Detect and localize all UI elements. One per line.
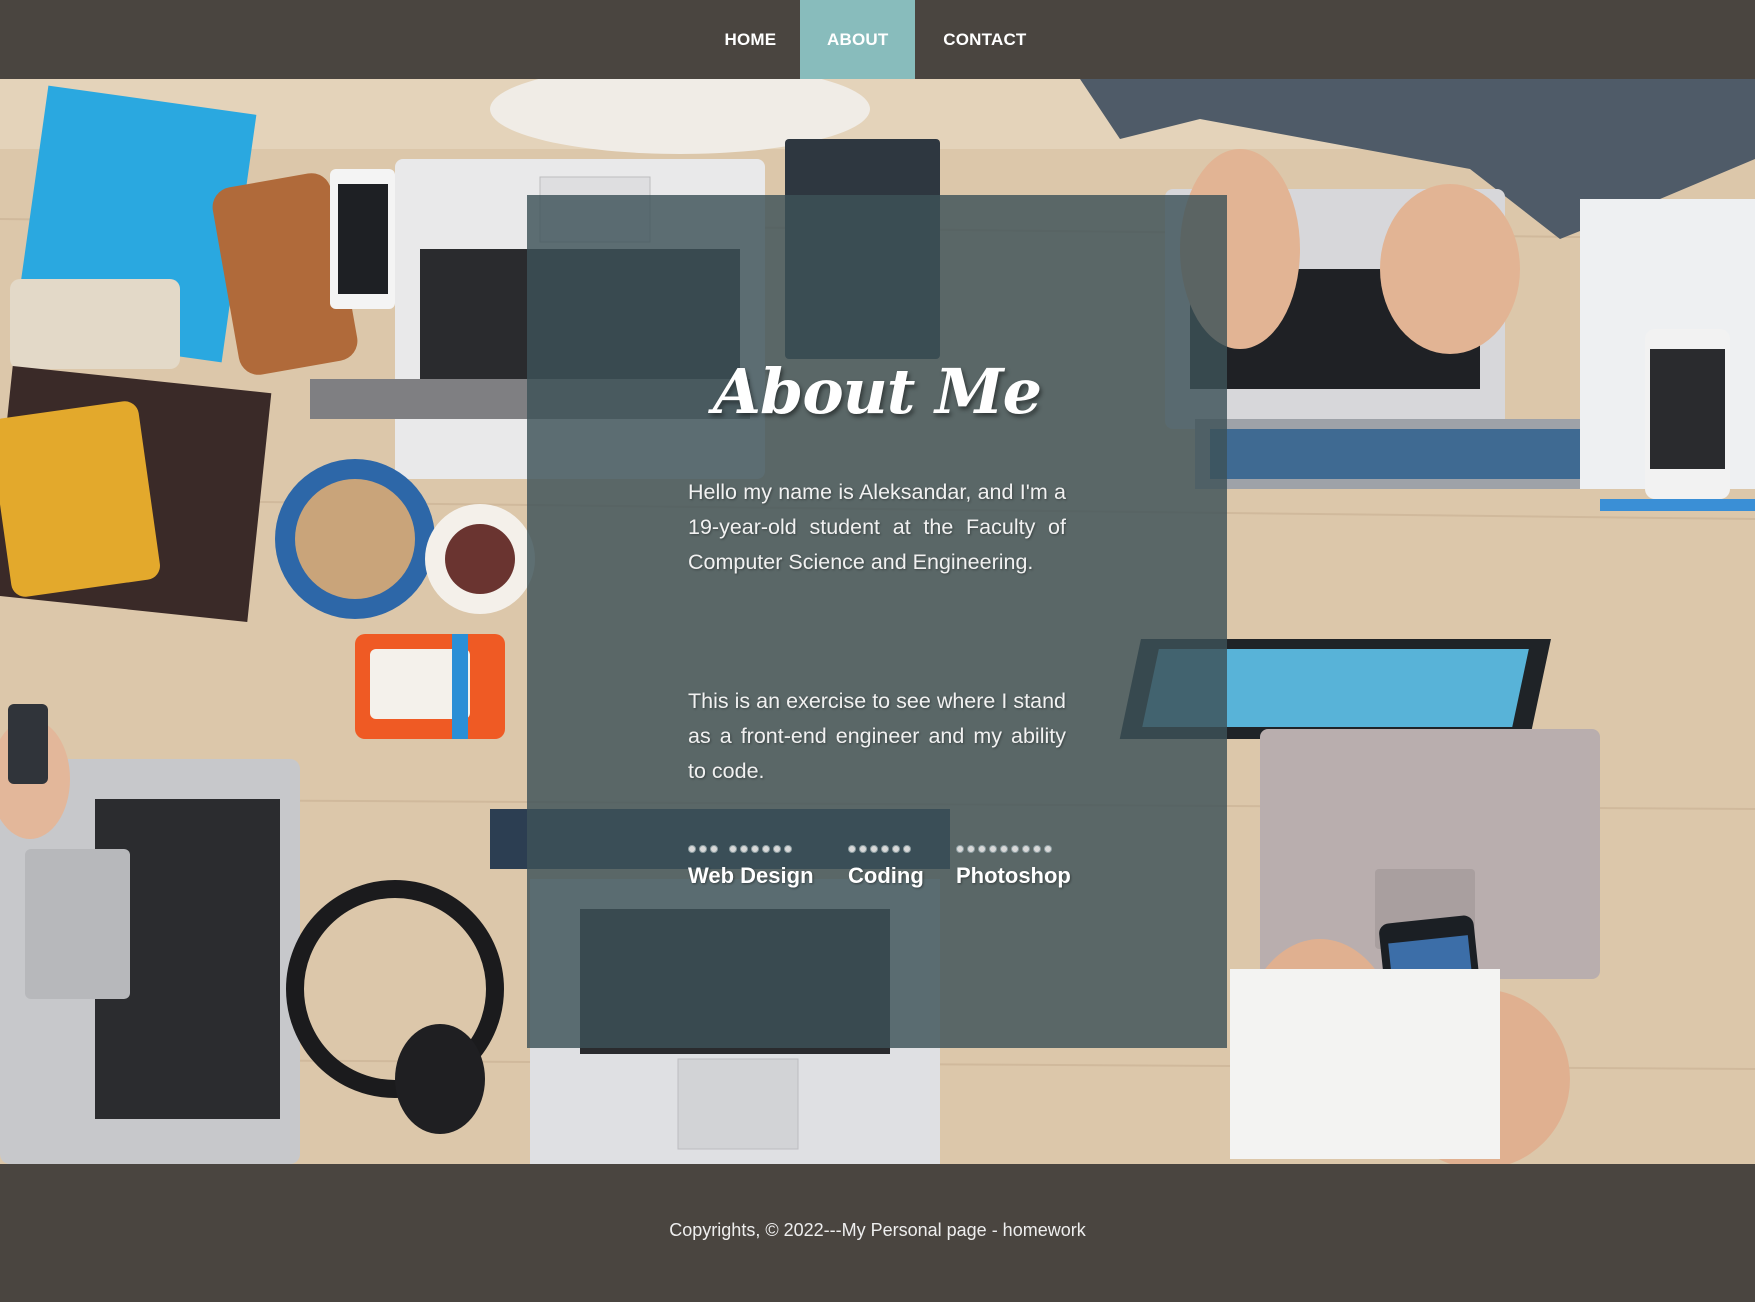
skill-label: Web Design — [688, 863, 814, 888]
nav-menu: HOME ABOUT CONTACT — [0, 0, 1755, 79]
skill-dots — [688, 843, 814, 855]
skill-photoshop: Photoshop — [956, 843, 1071, 889]
nav-about[interactable]: ABOUT — [800, 0, 916, 79]
skill-dots — [848, 843, 924, 855]
skill-dots — [956, 843, 1071, 855]
copyright-text: Copyrights, © 2022---My Personal page - … — [669, 1220, 1086, 1240]
top-navigation: HOME ABOUT CONTACT — [0, 0, 1755, 79]
intro-paragraph: Hello my name is Aleksandar, and I'm a 1… — [688, 480, 1066, 574]
skill-label: Photoshop — [956, 863, 1071, 888]
hero-section: About Me Hello my name is Aleksandar, an… — [0, 79, 1755, 1164]
about-panel: About Me Hello my name is Aleksandar, an… — [527, 195, 1227, 1048]
nav-contact[interactable]: CONTACT — [915, 0, 1054, 79]
exercise-paragraph: This is an exercise to see where I stand… — [688, 689, 1066, 783]
skills-section: Web Design Coding Photoshop — [688, 843, 1071, 903]
skill-label: Coding — [848, 863, 924, 888]
footer: Copyrights, © 2022---My Personal page - … — [0, 1164, 1755, 1302]
about-title: About Me — [712, 355, 1042, 428]
skill-web-design: Web Design — [688, 843, 814, 889]
skill-coding: Coding — [848, 843, 924, 889]
nav-home[interactable]: HOME — [700, 0, 800, 79]
